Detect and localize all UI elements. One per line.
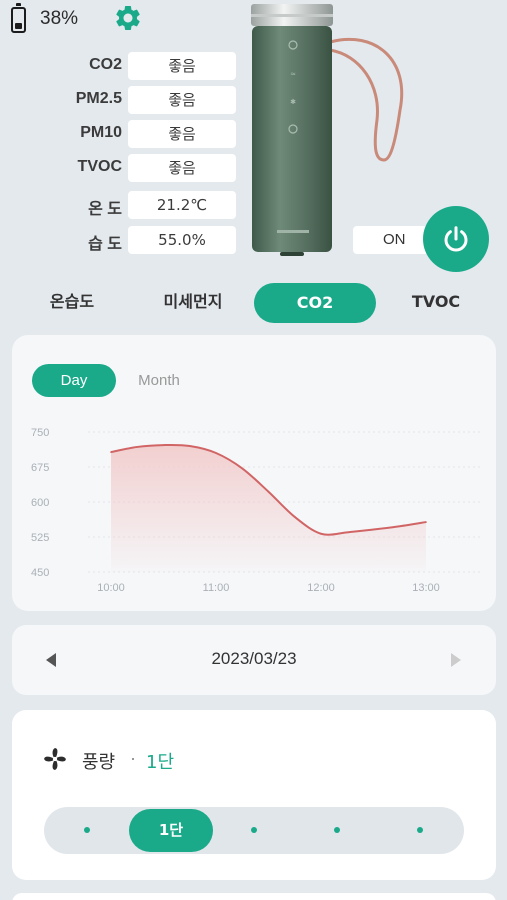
battery-icon [11,3,26,33]
co2-point [346,531,349,534]
co2-point [398,525,401,528]
reading-label: TVOC [77,158,122,175]
battery-level [15,22,22,29]
fan-speed-separator: · [130,748,136,768]
y-tick-label: 600 [31,497,49,509]
tab-co2[interactable]: CO2 [254,283,376,323]
reading-value: 좋음 [128,52,236,80]
x-tick-label: 11:00 [203,582,230,594]
reading-temperature: 온 도 21.2℃ [50,191,240,219]
fan-speed-card: 풍량 · 1단 1단 [12,710,496,880]
reading-humidity: 습 도 55.0% [50,226,240,254]
tab-fine-dust[interactable]: 미세먼지 [140,282,246,322]
fan-speed-slider[interactable]: 1단 [44,807,464,854]
reading-label: 온 도 [88,201,122,218]
reading-value: 좋음 [128,154,236,182]
reading-label: PM2.5 [75,90,122,107]
tab-temp-humidity[interactable]: 온습도 [22,282,122,322]
x-tick-label: 12:00 [307,582,335,594]
reading-label: CO2 [89,56,122,73]
reading-pm25: PM2.5 좋음 [50,86,240,114]
fan-step-3[interactable] [251,827,257,833]
svg-text:≈: ≈ [290,70,296,78]
fan-step-5[interactable] [417,827,423,833]
date-navigator: 2023/03/23 [12,625,496,695]
reading-co2: CO2 좋음 [50,52,240,80]
power-icon [444,226,468,252]
battery-percent: 38% [40,8,79,29]
reading-label: 습 도 [88,236,122,253]
co2-point [320,532,322,535]
x-tick-label: 10:00 [97,582,125,594]
fan-speed-title: 풍량 [82,752,116,773]
co2-point [136,446,139,448]
co2-chart: 750 675 600 525 450 10:00 11:00 12:00 13:00 [31,427,482,594]
x-tick-label: 13:00 [412,582,440,594]
co2-point [267,490,270,493]
reading-value: 좋음 [128,120,236,148]
y-tick-label: 750 [31,427,49,439]
tab-tvoc[interactable]: TVOC [388,282,484,322]
y-tick-label: 525 [31,532,49,544]
gear-icon[interactable] [113,3,143,33]
current-date: 2023/03/23 [211,649,297,668]
fan-speed-level: 1단 [146,752,175,773]
co2-point [241,467,244,470]
reading-value: 55.0% [128,226,236,254]
chart-card: Day Month 750 675 600 525 450 10:00 11:00 12:00… [12,335,496,611]
co2-point [372,528,375,531]
co2-point [188,445,191,447]
y-tick-label: 675 [31,462,49,474]
next-date-icon[interactable] [451,653,461,667]
reading-value: 좋음 [128,86,236,114]
reading-value: 21.2℃ [128,191,236,219]
power-button[interactable] [423,206,489,272]
fan-step-1[interactable] [84,827,90,833]
fan-speed-knob[interactable]: 1단 [129,809,213,852]
co2-point [425,521,427,523]
co2-point [215,452,217,454]
next-card [12,893,496,900]
co2-point [293,516,296,518]
fan-icon [44,748,66,770]
svg-text:✱: ✱ [290,98,296,106]
reading-tvoc: TVOC 좋음 [50,154,240,182]
reading-pm10: PM10 좋음 [50,120,240,148]
co2-point [162,444,165,446]
metric-tabs: 온습도 미세먼지 CO2 TVOC [0,282,507,324]
fan-step-4[interactable] [334,827,340,833]
co2-area [111,444,426,572]
reading-label: PM10 [80,124,122,141]
co2-point [110,451,112,453]
y-tick-label: 450 [31,567,49,579]
device-image: ≈ ✱ [251,4,404,256]
